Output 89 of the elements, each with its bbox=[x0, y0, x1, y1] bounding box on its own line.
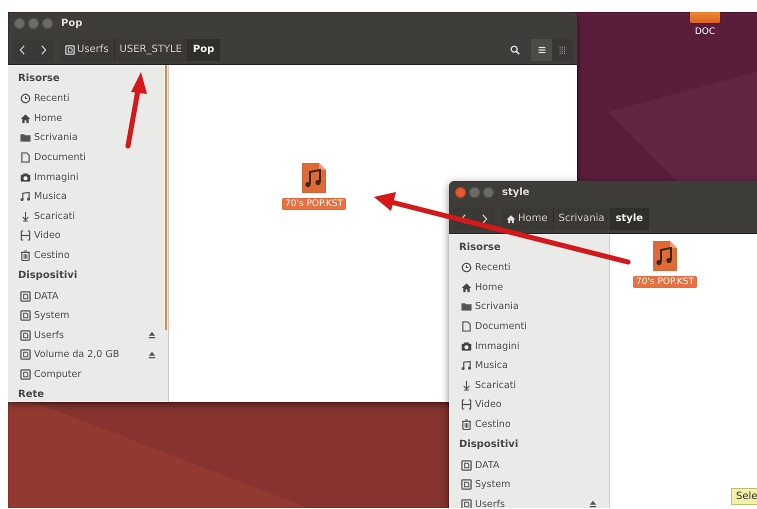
sidebar-item[interactable]: Scrivania bbox=[8, 128, 168, 148]
sidebar-item[interactable]: Home bbox=[8, 108, 168, 128]
sidebar-item[interactable]: Musica bbox=[8, 186, 168, 207]
music-note-icon bbox=[20, 191, 31, 202]
section-heading: Dispositivi bbox=[17, 269, 78, 284]
section-heading: Rete bbox=[17, 388, 46, 402]
folder-icon bbox=[20, 132, 31, 144]
document-icon bbox=[20, 152, 31, 164]
path-button[interactable]: style bbox=[610, 208, 650, 230]
grid-icon bbox=[558, 44, 568, 54]
music-file-icon bbox=[301, 162, 327, 194]
chevron-left-icon bbox=[19, 44, 26, 54]
sidebar-item[interactable]: Immagini bbox=[449, 336, 609, 356]
folder-icon bbox=[461, 301, 472, 312]
drive-icon bbox=[461, 498, 472, 508]
sidebar-item[interactable]: Cestino bbox=[449, 414, 609, 434]
home-icon bbox=[506, 214, 516, 224]
drive-icon bbox=[20, 310, 31, 322]
section-heading: Risorse bbox=[17, 72, 61, 86]
path-button[interactable]: Userfs bbox=[60, 38, 115, 60]
maximize-button[interactable] bbox=[483, 187, 494, 198]
scrollbar[interactable] bbox=[165, 65, 167, 330]
list-view-button[interactable] bbox=[531, 38, 552, 60]
film-icon bbox=[20, 230, 31, 242]
search-icon bbox=[510, 44, 520, 54]
sidebar-item[interactable]: Documenti bbox=[449, 316, 609, 336]
download-icon bbox=[461, 380, 472, 391]
sidebar-item[interactable]: Recenti bbox=[8, 89, 168, 109]
back-button[interactable] bbox=[12, 38, 33, 60]
sidebar-item[interactable]: Scaricati bbox=[8, 206, 168, 226]
close-button[interactable] bbox=[14, 18, 25, 29]
chevron-right-icon bbox=[481, 214, 488, 224]
sidebar-item[interactable]: Userfs bbox=[8, 326, 168, 346]
clock-icon bbox=[461, 262, 472, 274]
home-icon bbox=[20, 112, 31, 124]
music-file-icon bbox=[652, 240, 678, 272]
sidebar-item[interactable]: DATA bbox=[449, 455, 609, 475]
drive-icon bbox=[461, 479, 472, 490]
sidebar-item[interactable]: Volume da 2,0 GB bbox=[8, 345, 168, 365]
sidebar-item[interactable]: Video bbox=[449, 395, 609, 415]
home-icon bbox=[461, 282, 472, 293]
film-icon bbox=[461, 399, 472, 410]
sidebar-item[interactable]: Documenti bbox=[8, 148, 168, 168]
music-note-icon bbox=[461, 360, 472, 372]
chevron-right-icon bbox=[40, 44, 47, 54]
list-icon bbox=[536, 44, 546, 54]
drive-icon bbox=[20, 330, 31, 341]
drive-icon bbox=[20, 349, 31, 360]
sidebar-item[interactable]: Immagini bbox=[8, 167, 168, 187]
download-icon bbox=[20, 210, 31, 222]
sidebar-item[interactable]: Scrivania bbox=[449, 297, 609, 317]
sidebar-item[interactable]: Video bbox=[8, 226, 168, 246]
document-icon bbox=[461, 321, 472, 332]
minimize-button[interactable] bbox=[469, 187, 480, 198]
path-button[interactable]: USER_STYLE bbox=[114, 38, 188, 60]
section-heading: Risorse bbox=[458, 241, 502, 255]
sidebar-item[interactable]: Computer bbox=[8, 364, 168, 384]
sidebar-item[interactable]: System bbox=[8, 306, 168, 326]
drive-icon bbox=[65, 44, 75, 54]
tooltip: Sele bbox=[731, 488, 757, 505]
chevron-left-icon bbox=[460, 214, 467, 224]
maximize-button[interactable] bbox=[42, 18, 53, 29]
clock-icon bbox=[20, 93, 31, 104]
camera-icon bbox=[461, 340, 472, 352]
sidebar-item[interactable]: Home bbox=[449, 278, 609, 298]
camera-icon bbox=[20, 172, 31, 183]
window-title: style bbox=[502, 187, 530, 198]
drive-icon bbox=[461, 460, 472, 471]
minimize-button[interactable] bbox=[28, 18, 39, 29]
path-button[interactable]: Scrivania bbox=[554, 208, 611, 230]
path-button[interactable]: Pop bbox=[188, 38, 220, 60]
file-icon[interactable] bbox=[690, 12, 720, 23]
trash-icon bbox=[20, 250, 31, 262]
sidebar-item[interactable]: Userfs bbox=[449, 494, 609, 508]
sidebar-item[interactable]: Cestino bbox=[8, 246, 168, 266]
drive-icon bbox=[20, 369, 31, 380]
window-title: Pop bbox=[61, 18, 82, 29]
sidebar-item[interactable]: System bbox=[449, 474, 609, 495]
trash-icon bbox=[461, 419, 472, 430]
close-button[interactable] bbox=[455, 187, 466, 198]
icon-label: DOC bbox=[694, 27, 716, 37]
drive-icon bbox=[20, 290, 31, 302]
forward-button[interactable] bbox=[33, 38, 54, 60]
path-button[interactable]: Home bbox=[501, 208, 554, 230]
sidebar-item[interactable]: Musica bbox=[449, 356, 609, 376]
sidebar-item[interactable]: Recenti bbox=[449, 258, 609, 278]
sidebar-item[interactable]: DATA bbox=[8, 286, 168, 306]
section-heading: Dispositivi bbox=[458, 438, 520, 452]
sidebar-item[interactable]: Scaricati bbox=[449, 376, 609, 396]
